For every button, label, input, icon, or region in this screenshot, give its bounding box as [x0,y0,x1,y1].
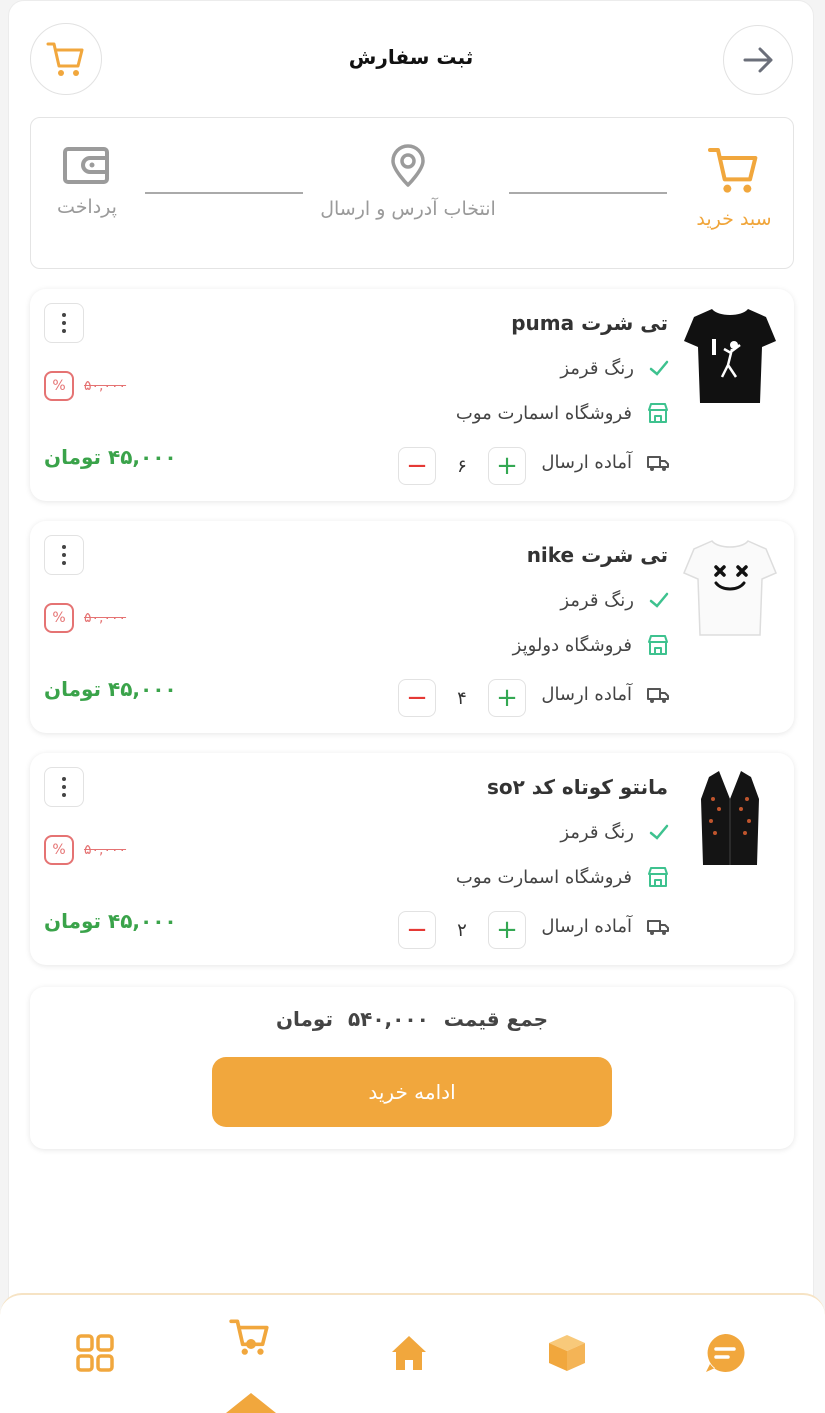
discount-info: % ۵۰,۰۰۰ [44,371,126,401]
nav-messages[interactable] [703,1331,747,1375]
total-price: جمع قیمت ۵۴۰,۰۰۰ تومان [30,1007,794,1031]
nav-cart[interactable] [228,1315,272,1359]
decrease-quantity-button[interactable]: − [398,911,436,949]
discount-info: % ۵۰,۰۰۰ [44,603,126,633]
step-divider [509,192,667,194]
order-page: ثبت سفارش سبد خرید انتخاب آدرس و ارسال پ… [8,0,814,1413]
continue-shopping-button[interactable]: ادامه خرید [212,1057,612,1127]
product-title: تی شرت puma [511,311,668,335]
home-icon [392,1336,426,1370]
box-icon [549,1335,585,1371]
checkout-steps: سبد خرید انتخاب آدرس و ارسال پرداخت [30,117,794,269]
more-options-button[interactable] [44,767,84,807]
total-label: جمع قیمت [443,1007,549,1031]
active-indicator-dot [246,1339,256,1349]
nav-orders[interactable] [545,1331,589,1375]
percent-badge: % [44,371,74,401]
product-shipping: آماده ارسال [541,684,670,705]
increase-quantity-button[interactable]: + [488,911,526,949]
percent-badge: % [44,835,74,865]
store-icon [648,403,668,423]
product-color: رنگ قرمز [560,357,670,379]
step-label: انتخاب آدرس و ارسال [320,198,496,220]
check-icon [649,824,669,840]
product-shop[interactable]: فروشگاه اسمارت موب [456,401,670,425]
product-image[interactable] [680,533,780,641]
step-label: پرداخت [57,196,117,218]
quantity-stepper: + ۶ − [398,447,526,485]
wallet-icon [63,147,109,184]
cart-icon [46,42,84,76]
product-shipping: آماده ارسال [541,452,670,473]
decrease-quantity-button[interactable]: − [398,679,436,717]
discount-info: % ۵۰,۰۰۰ [44,835,126,865]
bottom-navigation [0,1293,825,1413]
increase-quantity-button[interactable]: + [488,679,526,717]
truck-icon [647,687,669,703]
more-options-button[interactable] [44,535,84,575]
quantity-stepper: + ۲ − [398,911,526,949]
product-shipping: آماده ارسال [541,916,670,937]
cart-item: تی شرت nike رنگ قرمز فروشگاه دولوپز آماد… [30,521,794,733]
quantity-stepper: + ۴ − [398,679,526,717]
quantity-value: ۶ [457,455,467,477]
product-image[interactable] [680,765,780,873]
product-price: ۴۵,۰۰۰ تومان [44,677,177,701]
truck-icon [647,919,669,935]
more-options-button[interactable] [44,303,84,343]
step-cart[interactable]: سبد خرید [689,142,779,230]
product-title: مانتو کوتاه کد so۲ [486,775,668,799]
cart-icon [708,148,758,193]
cart-item: مانتو کوتاه کد so۲ رنگ قرمز فروشگاه اسما… [30,753,794,965]
increase-quantity-button[interactable]: + [488,447,526,485]
grid-icon [76,1334,114,1372]
nav-categories[interactable] [73,1331,117,1375]
header: ثبت سفارش [9,1,813,111]
product-color: رنگ قرمز [560,821,670,843]
step-label: سبد خرید [696,208,772,230]
step-payment[interactable]: پرداخت [43,144,131,218]
page-title: ثبت سفارش [348,45,474,69]
cart-icon [229,1319,269,1355]
black-manteau-image [701,771,759,865]
check-icon [649,360,669,376]
total-currency: تومان [275,1007,333,1031]
store-icon [648,867,668,887]
truck-icon [647,455,669,471]
product-image[interactable] [680,301,780,409]
product-price: ۴۵,۰۰۰ تومان [44,445,177,469]
order-summary: جمع قیمت ۵۴۰,۰۰۰ تومان ادامه خرید [30,987,794,1149]
product-shop[interactable]: فروشگاه اسمارت موب [456,865,670,889]
product-title: تی شرت nike [526,543,668,567]
white-tshirt-image [683,540,777,636]
check-icon [649,592,669,608]
product-shop[interactable]: فروشگاه دولوپز [513,633,670,657]
quantity-value: ۲ [457,919,467,941]
old-price: ۵۰,۰۰۰ [84,842,127,858]
quantity-value: ۴ [457,687,467,709]
chat-icon [706,1333,745,1372]
product-price: ۴۵,۰۰۰ تومان [44,909,177,933]
percent-badge: % [44,603,74,633]
active-indicator-icon [226,1393,276,1413]
step-divider [145,192,303,194]
product-color: رنگ قرمز [560,589,670,611]
old-price: ۵۰,۰۰۰ [84,610,127,626]
decrease-quantity-button[interactable]: − [398,447,436,485]
cart-item: تی شرت puma رنگ قرمز فروشگاه اسمارت موب … [30,289,794,501]
black-tshirt-image [684,309,776,403]
location-pin-icon [391,144,425,187]
step-address[interactable]: انتخاب آدرس و ارسال [313,144,503,220]
total-amount: ۵۴۰,۰۰۰ [347,1007,429,1031]
old-price: ۵۰,۰۰۰ [84,378,127,394]
store-icon [648,635,668,655]
nav-home[interactable] [387,1331,431,1375]
header-cart-button[interactable] [30,23,102,95]
